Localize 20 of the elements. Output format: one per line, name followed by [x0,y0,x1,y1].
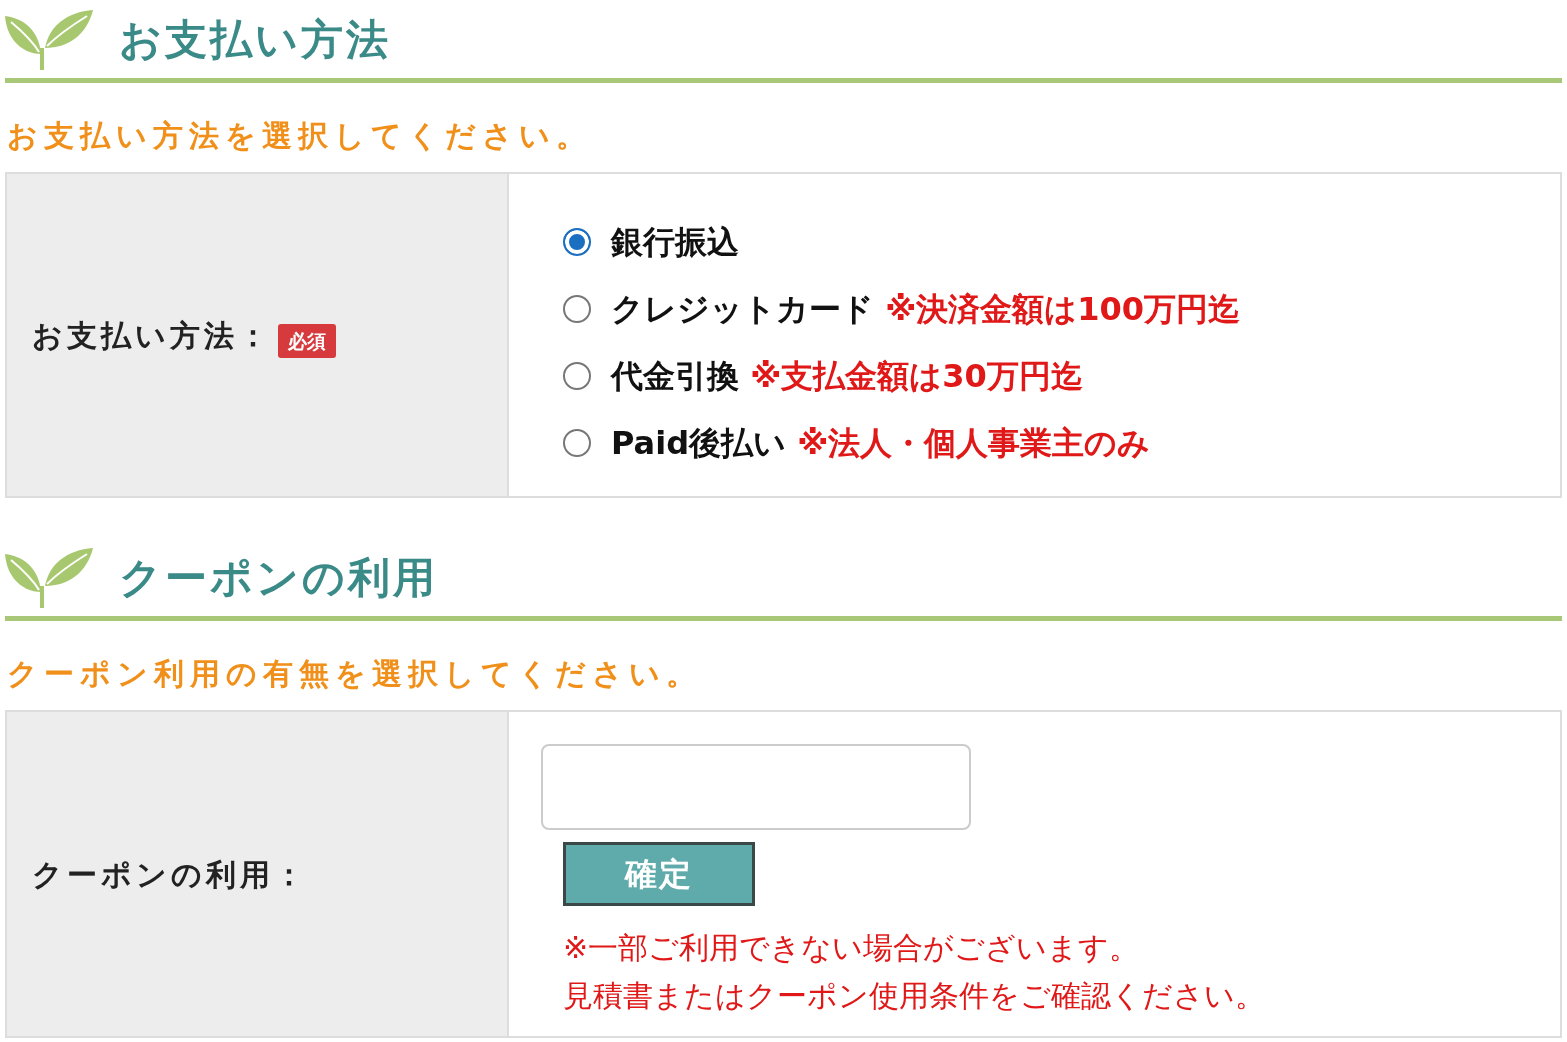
instruction-text: お支払い方法を選択してください。 [6,117,593,155]
section-title: クーポンの利用 [119,551,438,604]
field-label: お支払い方法： [32,316,272,355]
option-label[interactable]: クレジットカード ※決済金額は100万円迄 [611,284,1241,333]
section-title: お支払い方法 [119,13,391,66]
coupon-input-field[interactable] [541,744,971,830]
note-text: ※一部ご利用できない場合がございます。 [563,929,1141,967]
radio-button[interactable] [563,227,591,256]
sprout-icon [5,8,93,70]
instruction-text: クーポン利用の有無を選択してください。 [6,655,703,693]
option-label[interactable]: 代金引換 ※支払金額は30万円迄 [611,351,1083,400]
radio-button[interactable] [563,361,591,390]
field-label: クーポンの利用： [32,855,308,894]
note-text: 見積書またはクーポン使用条件をご確認ください。 [563,977,1266,1015]
sprout-icon [5,546,93,608]
radio-button[interactable] [563,294,591,323]
radio-button[interactable] [563,428,591,457]
option-label[interactable]: 銀行振込 [611,217,739,266]
required-tag: 必須 [278,323,336,359]
option-label[interactable]: Paid後払い ※法人・個人事業主のみ [611,418,1151,467]
